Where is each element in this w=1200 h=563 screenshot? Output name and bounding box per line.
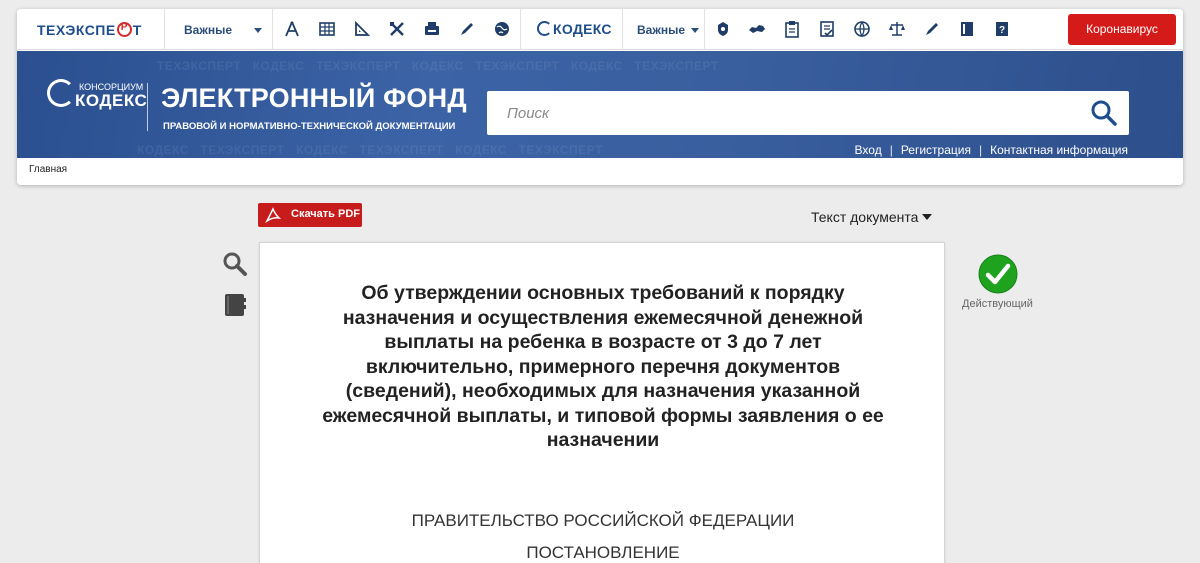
consortium-logo-text[interactable]: КОДЕКС — [75, 91, 147, 111]
account-links: Вход | Регистрация | Контактная информация — [855, 143, 1128, 157]
important-dropdown-2[interactable]: Важные — [637, 23, 717, 37]
dropdown-label: Важные — [637, 23, 686, 37]
document-status: Действующий — [962, 298, 1033, 310]
divider — [272, 9, 273, 50]
table-icon[interactable] — [318, 20, 336, 38]
link-separator: | — [889, 143, 893, 157]
magnifier-icon — [223, 252, 247, 276]
bookmarks-button[interactable] — [222, 292, 248, 318]
document-title: Об утверждении основных требований к пор… — [322, 282, 884, 451]
register-link[interactable]: Регистрация — [901, 143, 971, 157]
book-icon[interactable] — [958, 20, 976, 38]
globe-icon[interactable] — [493, 20, 511, 38]
divider — [622, 9, 623, 50]
document-view-select[interactable]: Текст документа — [811, 209, 933, 225]
chevron-down-icon — [691, 28, 699, 33]
search-in-document-button[interactable] — [222, 251, 248, 277]
chevron-down-icon — [922, 214, 933, 220]
login-link[interactable]: Вход — [855, 143, 882, 157]
banner: ТЕХЭКСПЕРТ КОДЕКС ТЕХЭКСПЕРТ КОДЕКС ТЕХЭ… — [17, 51, 1183, 158]
search-icon — [1091, 100, 1117, 126]
svg-text:?: ? — [999, 25, 1005, 36]
doc-check-icon[interactable] — [818, 20, 836, 38]
status-check-icon — [978, 254, 1018, 294]
tools-icon[interactable] — [388, 20, 406, 38]
document-organization: ПРАВИТЕЛЬСТВО РОССИЙСКОЙ ФЕДЕРАЦИИ — [411, 511, 795, 530]
view-select-label: Текст документа — [811, 209, 919, 225]
printer-icon[interactable] — [423, 20, 441, 38]
search-button[interactable] — [1090, 99, 1118, 127]
breadcrumb: Главная — [17, 158, 1183, 185]
download-pdf-button[interactable]: Скачать PDF — [258, 203, 362, 227]
document-type: ПОСТАНОВЛЕНИЕ — [526, 543, 680, 562]
clipboard-icon[interactable] — [783, 20, 801, 38]
important-dropdown-1[interactable]: Важные — [184, 23, 264, 37]
notebook-icon — [225, 294, 246, 316]
dropdown-label: Важные — [184, 23, 233, 37]
kodeks-logo[interactable]: КОДЕКС — [537, 21, 612, 37]
contacts-link[interactable]: Контактная информация — [990, 143, 1128, 157]
site-header: ТЕХЭКСПЕТ Важные КОД — [17, 9, 1183, 185]
search-input[interactable] — [487, 91, 1077, 135]
divider — [147, 83, 148, 131]
scales-icon[interactable] — [888, 20, 906, 38]
kodeks-logo-text: КОДЕКС — [553, 21, 612, 37]
techexpert-logo[interactable]: ТЕХЭКСПЕТ — [37, 22, 142, 38]
site-title: ЭЛЕКТРОННЫЙ ФОНД — [161, 83, 467, 113]
russia-map-icon[interactable] — [748, 20, 766, 38]
chevron-down-icon — [254, 28, 262, 33]
divider — [164, 9, 165, 50]
watermark: КОДЕКС ТЕХЭКСПЕРТ КОДЕКС ТЕХЭКСПЕРТ КОДЕ… — [137, 143, 603, 157]
techexpert-logo-text: ТЕХЭКСПЕ — [37, 22, 116, 38]
compass-icon[interactable] — [283, 20, 301, 38]
watermark: ТЕХЭКСПЕРТ КОДЕКС ТЕХЭКСПЕРТ КОДЕКС ТЕХЭ… — [157, 59, 719, 73]
techexpert-logo-mark — [116, 22, 132, 37]
pdf-button-label: Скачать PDF — [291, 208, 361, 220]
pen-icon[interactable] — [923, 20, 941, 38]
kodeks-consortium-logo-mark — [47, 79, 75, 107]
ruler-icon[interactable] — [353, 20, 371, 38]
document-body: Об утверждении основных требований к пор… — [259, 242, 945, 563]
top-toolbar: ТЕХЭКСПЕТ Важные КОД — [17, 9, 1183, 50]
search-box — [487, 91, 1129, 135]
pdf-icon — [264, 206, 282, 224]
site-subtitle: ПРАВОВОЙ И НОРМАТИВНО-ТЕХНИЧЕСКОЙ ДОКУМЕ… — [163, 121, 456, 132]
pen-icon[interactable] — [458, 20, 476, 38]
question-book-icon[interactable]: ? — [993, 20, 1011, 38]
globe-icon[interactable] — [853, 20, 871, 38]
divider — [520, 9, 521, 50]
link-separator: | — [978, 143, 983, 157]
breadcrumb-home[interactable]: Главная — [29, 164, 67, 175]
emblem-icon[interactable] — [714, 20, 732, 38]
kodeks-logo-mark — [537, 21, 552, 36]
divider — [704, 9, 705, 50]
coronavirus-button[interactable]: Коронавирус — [1068, 14, 1176, 45]
